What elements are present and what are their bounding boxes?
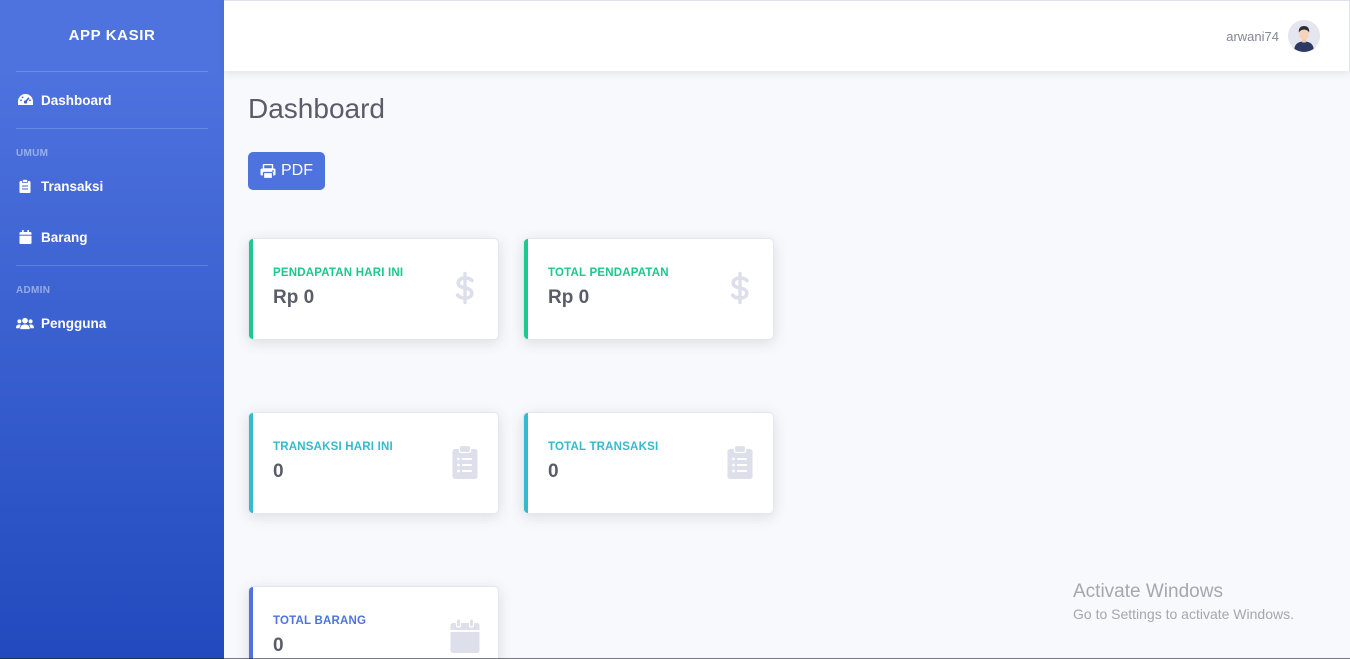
card-accent <box>249 413 253 513</box>
brand-title[interactable]: APP KASIR <box>0 0 224 71</box>
sidebar-item-transaksi[interactable]: Transaksi <box>0 163 224 209</box>
card-label: PENDAPATAN HARI INI <box>273 267 404 279</box>
stat-card-transaksi-hari-ini: TRANSAKSI HARI INI 0 <box>248 412 499 514</box>
card-value: 0 <box>548 461 559 482</box>
watermark-subtitle: Go to Settings to activate Windows. <box>1073 606 1294 622</box>
stat-card-total-barang: TOTAL BARANG 0 <box>248 586 499 659</box>
sidebar-item-label: Barang <box>41 229 88 245</box>
sidebar-item-barang[interactable]: Barang <box>0 209 224 265</box>
topbar: arwani74 <box>224 0 1350 71</box>
user-dropdown[interactable]: arwani74 <box>1226 20 1320 52</box>
card-label: TRANSAKSI HARI INI <box>273 441 393 453</box>
card-value: 0 <box>273 461 284 482</box>
sidebar-heading-umum: UMUM <box>16 148 49 159</box>
sidebar-item-pengguna[interactable]: Pengguna <box>0 300 224 346</box>
page-title: Dashboard <box>248 93 385 124</box>
pdf-button-label: PDF <box>281 162 313 179</box>
stat-card-total-pendapatan: TOTAL PENDAPATAN Rp 0 <box>523 238 774 340</box>
pdf-button[interactable]: PDF <box>248 152 325 190</box>
print-icon <box>260 163 276 179</box>
users-icon <box>16 316 34 330</box>
sidebar-item-label: Dashboard <box>41 92 112 108</box>
clipboard-list-icon <box>450 443 480 481</box>
user-avatar-icon[interactable] <box>1288 20 1320 52</box>
sidebar-item-label: Transaksi <box>41 178 104 194</box>
card-accent <box>524 239 528 339</box>
card-value: 0 <box>273 635 284 656</box>
username: arwani74 <box>1226 28 1279 44</box>
card-label: TOTAL PENDAPATAN <box>548 267 669 279</box>
sidebar-item-label: Pengguna <box>41 315 107 331</box>
card-value: Rp 0 <box>273 287 315 308</box>
dollar-icon <box>725 269 755 307</box>
card-accent <box>249 587 253 659</box>
card-value: Rp 0 <box>548 287 590 308</box>
card-accent <box>249 239 253 339</box>
tachometer-icon <box>16 93 34 107</box>
dollar-icon <box>450 269 480 307</box>
watermark-title: Activate Windows <box>1073 581 1223 602</box>
sidebar-item-dashboard[interactable]: Dashboard <box>0 72 224 128</box>
clipboard-list-icon <box>725 443 755 481</box>
clipboard-icon <box>16 179 34 193</box>
card-label: TOTAL BARANG <box>273 615 367 627</box>
calendar-icon <box>16 230 34 244</box>
card-label: TOTAL TRANSAKSI <box>548 441 659 453</box>
stat-card-pendapatan-hari-ini: PENDAPATAN HARI INI Rp 0 <box>248 238 499 340</box>
calendar-icon <box>450 617 480 655</box>
sidebar-heading-admin: ADMIN <box>16 285 51 296</box>
card-accent <box>524 413 528 513</box>
windows-activation-watermark: Activate Windows Go to Settings to activ… <box>1073 581 1294 622</box>
stat-card-total-transaksi: TOTAL TRANSAKSI 0 <box>523 412 774 514</box>
sidebar: APP KASIR Dashboard UMUM Transaksi Baran… <box>0 0 224 659</box>
